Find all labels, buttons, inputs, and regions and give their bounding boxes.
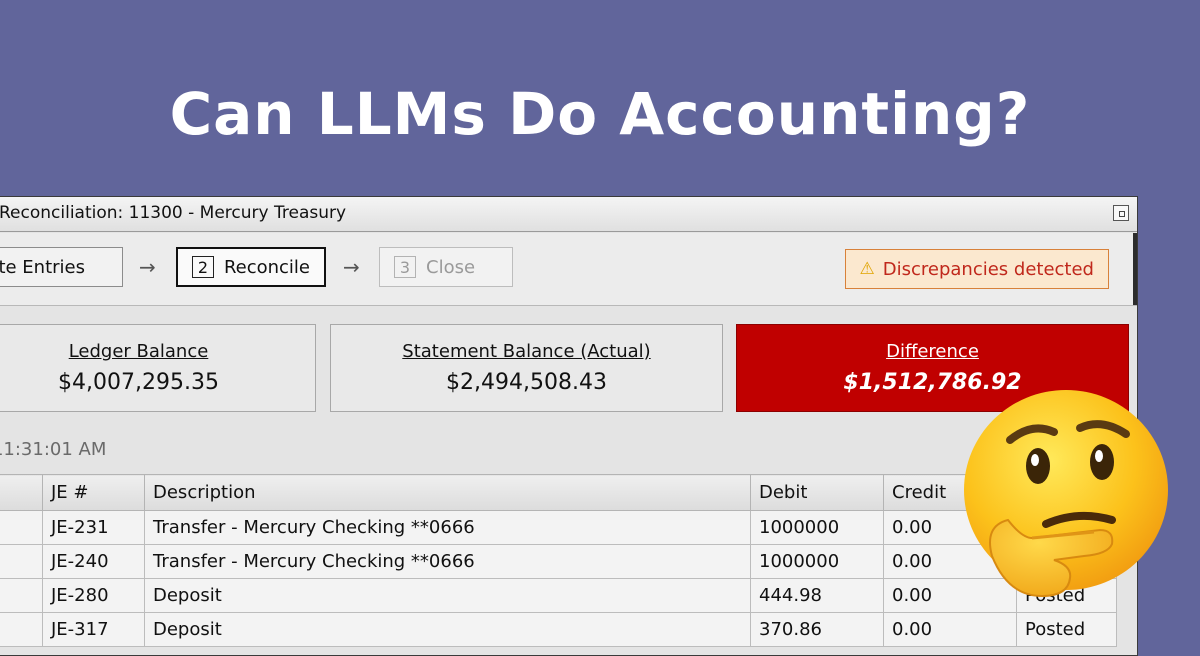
step-update-entries[interactable]: date Entries: [0, 247, 123, 287]
step-reconcile[interactable]: 2 Reconcile: [176, 247, 326, 287]
step-arrow-icon: →: [343, 255, 360, 279]
step-reconcile-number: 2: [192, 256, 214, 278]
cell-je: JE-240: [42, 544, 145, 579]
step-update-entries-label: date Entries: [0, 256, 86, 278]
discrepancy-alert: ⚠ Discrepancies detected: [844, 249, 1109, 289]
step-arrow-icon: →: [139, 255, 156, 279]
ledger-balance-card: Ledger Balance $4,007,295.35: [0, 324, 316, 412]
ledger-balance-label[interactable]: Ledger Balance: [0, 341, 315, 362]
window-title: Reconciliation: 11300 - Mercury Treasury: [0, 203, 347, 223]
column-header-description[interactable]: Description: [144, 474, 751, 511]
cell-description: Transfer - Mercury Checking **0666: [144, 510, 751, 545]
table-row[interactable]: 1 JE-240 Transfer - Mercury Checking **0…: [0, 544, 1117, 579]
column-header-date[interactable]: [0, 474, 43, 511]
column-header-je[interactable]: JE #: [42, 474, 145, 511]
alert-text: Discrepancies detected: [882, 258, 1094, 280]
cell-je: JE-280: [42, 578, 145, 613]
statement-balance-card: Statement Balance (Actual) $2,494,508.43: [330, 324, 723, 412]
table-header-row: JE # Description Debit Credit: [0, 474, 1117, 511]
window-restore-icon[interactable]: [1113, 205, 1129, 221]
headline: Can LLMs Do Accounting?: [169, 80, 1031, 148]
step-close-number: 3: [394, 256, 416, 278]
cell-date: 020: [0, 510, 43, 545]
journal-entries-table: JE # Description Debit Credit 020 JE-231…: [0, 474, 1117, 647]
window-titlebar: Reconciliation: 11300 - Mercury Treasury: [0, 197, 1137, 232]
difference-label[interactable]: Difference: [737, 341, 1128, 362]
table-row[interactable]: 020 JE-231 Transfer - Mercury Checking *…: [0, 510, 1117, 545]
step-close: 3 Close: [379, 247, 513, 287]
cell-description: Deposit: [144, 578, 751, 613]
cell-date: 21: [0, 578, 43, 613]
thinking-face-emoji-icon: [964, 390, 1168, 598]
cell-description: Transfer - Mercury Checking **0666: [144, 544, 751, 579]
cell-debit: 1000000: [750, 510, 884, 545]
last-update-time: ate: 11:31:01 AM: [0, 439, 107, 460]
column-header-debit[interactable]: Debit: [750, 474, 884, 511]
step-bar: date Entries → 2 Reconcile → 3 Close ⚠ D…: [0, 233, 1137, 306]
ledger-balance-value: $4,007,295.35: [58, 370, 219, 395]
panel-edge: [1133, 233, 1137, 305]
step-reconcile-label: Reconcile: [223, 256, 310, 278]
cell-debit: 1000000: [750, 544, 884, 579]
step-close-label: Close: [426, 256, 476, 278]
table-row[interactable]: 21 JE-280 Deposit 444.98 0.00 Posted: [0, 578, 1117, 613]
warning-icon: ⚠: [859, 259, 875, 279]
cell-date: 1: [0, 544, 43, 579]
statement-balance-label[interactable]: Statement Balance (Actual): [331, 341, 722, 362]
statement-balance-value: $2,494,508.43: [446, 370, 607, 395]
cell-debit: 444.98: [750, 578, 884, 613]
cell-je: JE-231: [42, 510, 145, 545]
